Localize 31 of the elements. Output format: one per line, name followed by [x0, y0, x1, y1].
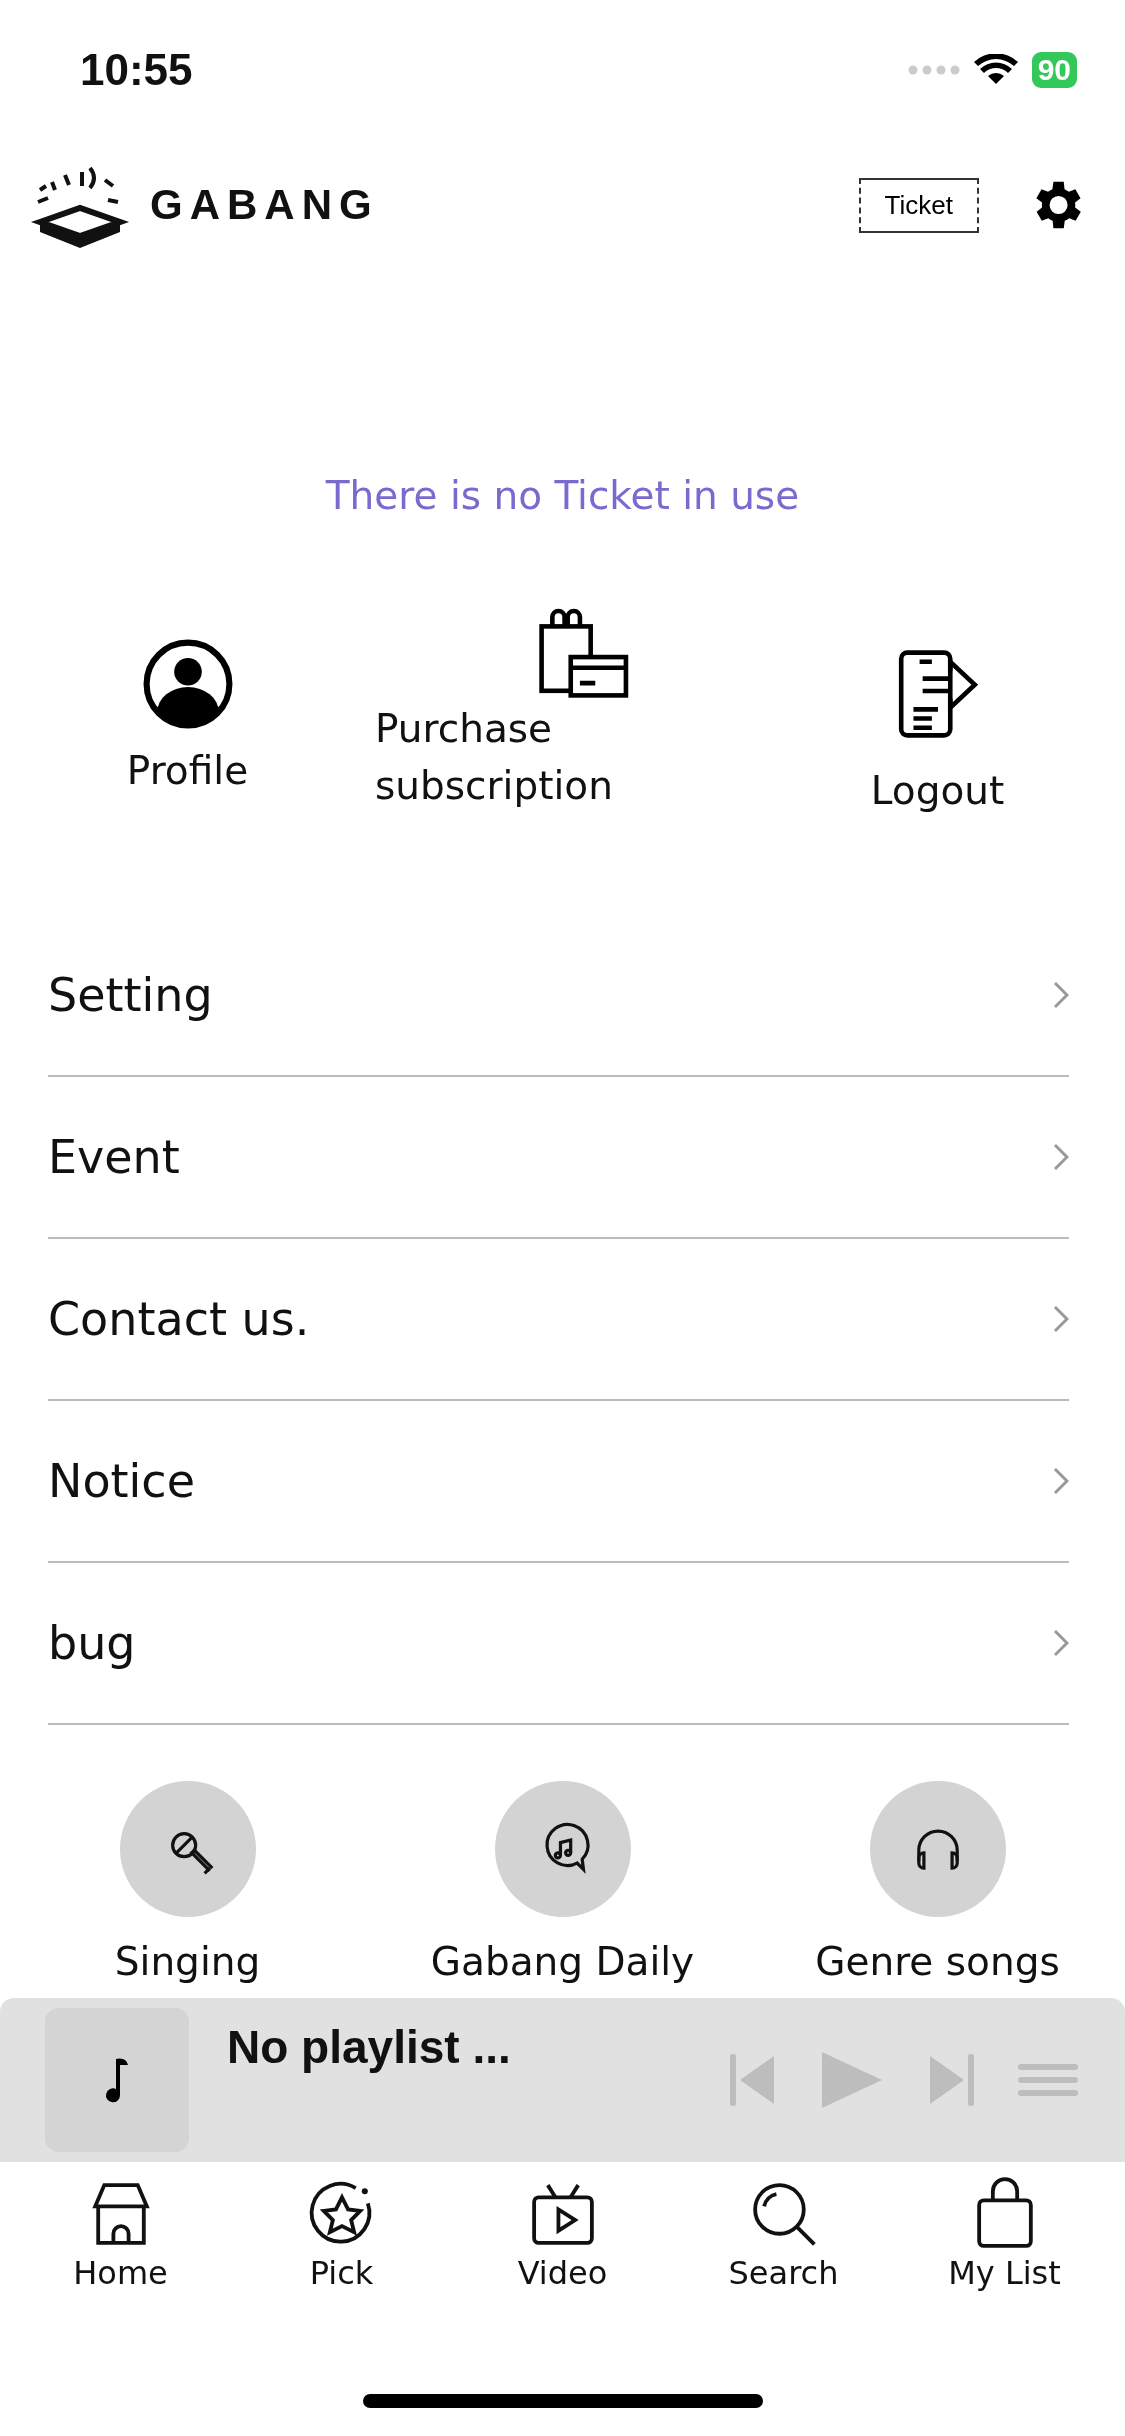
menu-item[interactable]: Contact us. — [48, 1292, 310, 1346]
ticket-status-text: There is no Ticket in use — [324, 473, 801, 518]
category-label[interactable]: Singing — [114, 1939, 261, 1984]
shopping-bag-card-icon — [536, 608, 629, 700]
signal-icon — [907, 65, 960, 75]
menu-item[interactable]: Notice — [48, 1454, 195, 1508]
category-label[interactable]: Genre songs — [815, 1939, 1060, 1984]
tab-button[interactable]: Search — [673, 2176, 894, 2292]
tab-button[interactable]: Pick — [231, 2176, 452, 2292]
tab-button[interactable]: Home — [10, 2176, 231, 2292]
menu-item[interactable]: Event — [48, 1130, 180, 1184]
menu-item[interactable]: Setting — [48, 968, 213, 1022]
logo-wordmark: GABANG — [150, 181, 379, 229]
ticket-button[interactable]: Ticket — [858, 177, 979, 233]
shortcut-label[interactable]: Logout — [870, 762, 1005, 819]
wifi-icon — [973, 54, 1018, 86]
tab-button[interactable]: Video — [452, 2176, 673, 2292]
chevron-right-icon — [1053, 1629, 1069, 1657]
chevron-right-icon — [1053, 981, 1069, 1009]
chevron-right-icon — [1053, 1467, 1069, 1495]
track-title: No playlist ... — [227, 2020, 512, 2075]
chevron-right-icon — [1053, 1305, 1069, 1333]
tab-button[interactable]: My List — [894, 2176, 1115, 2292]
shortcut-label[interactable]: Profile — [126, 742, 249, 799]
shortcut-label[interactable]: Purchase subscription — [375, 700, 645, 814]
category-label[interactable]: Gabang Daily — [430, 1939, 695, 1984]
battery-level: 90 — [1037, 53, 1071, 87]
clock-time: 10:55 — [80, 45, 193, 95]
menu-item[interactable]: bug — [48, 1616, 136, 1670]
chevron-right-icon — [1053, 1143, 1069, 1171]
profile-icon — [141, 638, 234, 730]
